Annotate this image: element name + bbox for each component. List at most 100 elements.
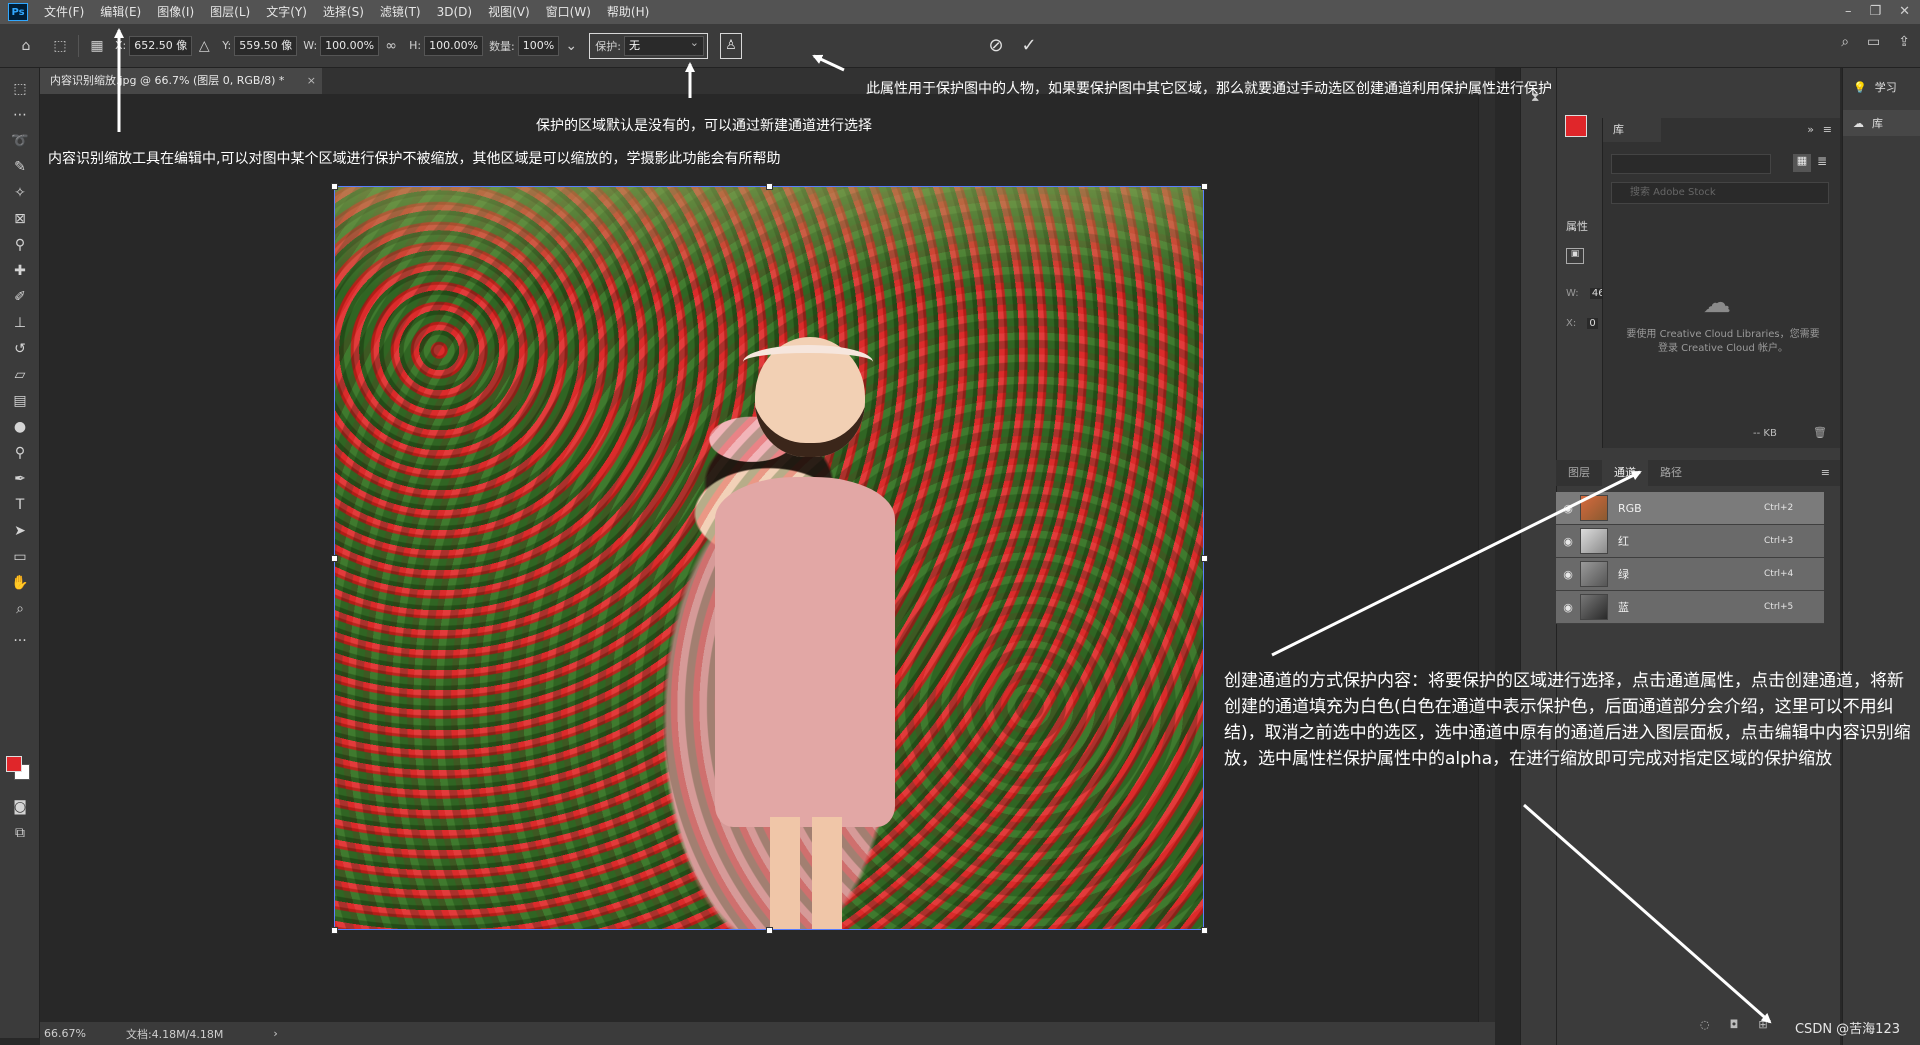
transform-handle[interactable] <box>766 927 773 934</box>
brush-tool-icon[interactable]: ✐ <box>8 286 32 308</box>
y-input[interactable]: 559.50 像 <box>234 35 298 56</box>
menu-type[interactable]: 文字(Y) <box>258 0 315 24</box>
channel-row-rgb[interactable]: ◉ RGB Ctrl+2 <box>1556 492 1824 525</box>
gradient-tool-icon[interactable]: ▤ <box>8 390 32 412</box>
load-selection-icon[interactable]: ◌ <box>1700 1018 1710 1031</box>
share-icon[interactable]: ⇪ <box>1898 34 1910 50</box>
minimize-icon[interactable]: – <box>1845 0 1852 24</box>
commit-transform-button[interactable]: ✓ <box>1018 34 1040 58</box>
visibility-eye-icon[interactable]: ◉ <box>1556 568 1580 581</box>
transform-tool-icon[interactable]: ⬚ <box>48 34 72 58</box>
grid-view-icon[interactable]: ▦ <box>1793 154 1811 172</box>
zoom-level[interactable]: 66.67% <box>44 1027 86 1040</box>
frame-tool-icon[interactable]: ⊠ <box>8 208 32 230</box>
document-image[interactable] <box>334 186 1204 930</box>
visibility-eye-icon[interactable]: ◉ <box>1556 502 1580 515</box>
transform-handle[interactable] <box>331 183 338 190</box>
menu-file[interactable]: 文件(F) <box>36 0 92 24</box>
cloud-offline-icon: ☁ <box>1703 286 1731 319</box>
transform-handle[interactable] <box>1201 555 1208 562</box>
zoom-tool-icon[interactable]: ⌕ <box>8 598 32 620</box>
eraser-tool-icon[interactable]: ▱ <box>8 364 32 386</box>
link-icon[interactable]: ∞ <box>379 34 403 58</box>
amount-input[interactable]: 100% <box>517 35 560 56</box>
hand-tool-icon[interactable]: ✋ <box>8 572 32 594</box>
eyedropper-tool-icon[interactable]: ⚲ <box>8 234 32 256</box>
channel-row-blue[interactable]: ◉ 蓝 Ctrl+5 <box>1556 591 1824 624</box>
tab-libraries[interactable]: 库 <box>1603 118 1661 142</box>
library-select[interactable] <box>1611 154 1771 174</box>
reference-point-icon[interactable]: ▦ <box>85 34 109 58</box>
transform-handle[interactable] <box>331 555 338 562</box>
dodge-tool-icon[interactable]: ⚲ <box>8 442 32 464</box>
libraries-button[interactable]: ☁ 库 <box>1843 110 1920 136</box>
protect-skin-tones-button[interactable]: ♙ <box>719 32 742 59</box>
transform-handle[interactable] <box>1201 183 1208 190</box>
move-tool-icon[interactable]: ⬚ <box>8 78 32 100</box>
x-input[interactable]: 652.50 像 <box>129 35 193 56</box>
screen-mode-icon[interactable]: ⧉ <box>8 822 32 844</box>
menu-window[interactable]: 窗口(W) <box>538 0 599 24</box>
h-input[interactable]: 100.00% <box>424 35 484 56</box>
workspace-icon[interactable]: ▭ <box>1867 34 1880 50</box>
cancel-transform-button[interactable]: ⊘ <box>985 34 1007 58</box>
magic-wand-tool-icon[interactable]: ✧ <box>8 182 32 204</box>
restore-icon[interactable]: ❐ <box>1869 0 1881 24</box>
menu-filter[interactable]: 滤镜(T) <box>372 0 429 24</box>
document-tab[interactable]: 内容识别缩放.jpg @ 66.7% (图层 0, RGB/8) * × <box>40 68 322 94</box>
save-selection-icon[interactable]: ◘ <box>1730 1018 1739 1031</box>
home-icon[interactable]: ⌂ <box>14 34 38 58</box>
new-channel-icon[interactable]: ⊞ <box>1758 1018 1767 1031</box>
channels-panel-tabs: 图层 通道 路径 ≡ <box>1556 460 1840 486</box>
type-tool-icon[interactable]: T <box>8 494 32 516</box>
panel-menu-icon[interactable]: ≡ <box>1821 460 1830 486</box>
menu-image[interactable]: 图像(I) <box>149 0 202 24</box>
transform-handle[interactable] <box>1201 927 1208 934</box>
learn-button[interactable]: 💡 学习 <box>1843 74 1920 100</box>
protect-select[interactable]: 无 <box>623 34 704 56</box>
tab-paths[interactable]: 路径 <box>1648 460 1694 486</box>
clone-stamp-tool-icon[interactable]: ⊥ <box>8 312 32 334</box>
visibility-eye-icon[interactable]: ◉ <box>1556 601 1580 614</box>
w-input[interactable]: 100.00% <box>320 35 380 56</box>
menu-view[interactable]: 视图(V) <box>480 0 538 24</box>
menu-3d[interactable]: 3D(D) <box>429 0 480 24</box>
tab-layers[interactable]: 图层 <box>1556 460 1602 486</box>
foreground-color-swatch[interactable] <box>6 756 22 772</box>
stock-search-input[interactable]: 搜索 Adobe Stock <box>1611 182 1829 204</box>
more-tools-icon[interactable]: ··· <box>8 630 32 652</box>
vertical-scrollbar[interactable] <box>1478 94 1495 1022</box>
list-view-icon[interactable]: ≣ <box>1817 154 1827 168</box>
lasso-tool-icon[interactable]: ➰ <box>8 130 32 152</box>
transform-handle[interactable] <box>331 927 338 934</box>
menu-layer[interactable]: 图层(L) <box>202 0 258 24</box>
menu-edit[interactable]: 编辑(E) <box>92 0 149 24</box>
tab-channels[interactable]: 通道 <box>1602 460 1648 486</box>
chevron-down-icon[interactable]: ⌄ <box>559 34 583 58</box>
search-icon[interactable]: ⌕ <box>1841 34 1849 50</box>
channel-row-green[interactable]: ◉ 绿 Ctrl+4 <box>1556 558 1824 591</box>
properties-x-value[interactable]: 0 <box>1587 318 1598 329</box>
panel-menu-icon[interactable]: ≡ <box>1823 123 1832 136</box>
trash-icon[interactable]: 🗑 <box>1813 426 1827 439</box>
close-icon[interactable]: ✕ <box>1899 0 1910 24</box>
healing-brush-tool-icon[interactable]: ✚ <box>8 260 32 282</box>
chevron-right-icon[interactable]: › <box>273 1027 277 1040</box>
quick-select-tool-icon[interactable]: ✎ <box>8 156 32 178</box>
quick-mask-icon[interactable]: ◙ <box>8 796 32 818</box>
channel-row-red[interactable]: ◉ 红 Ctrl+3 <box>1556 525 1824 558</box>
close-icon[interactable]: × <box>307 68 316 94</box>
path-select-tool-icon[interactable]: ➤ <box>8 520 32 542</box>
visibility-eye-icon[interactable]: ◉ <box>1556 535 1580 548</box>
history-brush-tool-icon[interactable]: ↺ <box>8 338 32 360</box>
blur-tool-icon[interactable]: ● <box>8 416 32 438</box>
pen-tool-icon[interactable]: ✒ <box>8 468 32 490</box>
color-panel-swatch[interactable] <box>1565 115 1587 137</box>
delta-icon[interactable]: △ <box>192 34 216 58</box>
rectangle-tool-icon[interactable]: ▭ <box>8 546 32 568</box>
menu-select[interactable]: 选择(S) <box>315 0 372 24</box>
expand-icon[interactable]: » <box>1807 123 1814 136</box>
transform-handle[interactable] <box>766 183 773 190</box>
menu-help[interactable]: 帮助(H) <box>599 0 657 24</box>
marquee-tool-icon[interactable]: ⋯ <box>8 104 32 126</box>
